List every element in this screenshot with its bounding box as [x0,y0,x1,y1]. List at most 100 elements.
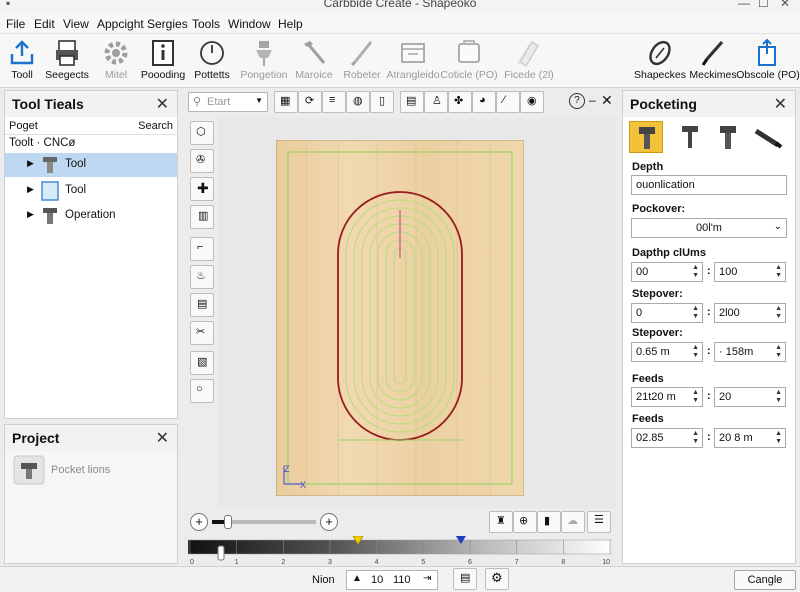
puzzle-view-button[interactable]: ✤ [448,91,472,113]
node-tool-button[interactable]: ♨ [190,265,214,289]
column-view-button[interactable]: ▯ [370,91,394,113]
help-button[interactable]: ? [569,93,585,109]
probe-icon [256,41,272,66]
toolbar-ficede-button[interactable]: Ficede (2l) [497,34,561,88]
spinner-icon[interactable]: ▲ ▼ [775,344,782,360]
spinner-icon[interactable]: ▲ ▼ [775,430,782,446]
arrow-right-icon[interactable]: ⇥ [423,573,431,584]
file-button[interactable]: ▤ [453,568,477,590]
toolpath-timeline[interactable]: 0 1 2 3 4 5 6 7 8 10 [188,536,612,566]
pocketing-panel-header: Pocketing ✕ [623,91,795,117]
expand-arrow-icon[interactable]: ▶ [27,158,34,169]
menu-appcight[interactable]: Appcight [97,17,144,31]
eye-view-button[interactable]: ◉ [520,91,544,113]
depth-start-input[interactable]: 00 ▲ ▼ [631,262,703,282]
grid-view-button[interactable]: ▦ [274,91,298,113]
menu-sergies[interactable]: Sergies [147,17,188,31]
menu-window[interactable]: Window [228,17,271,31]
note-tool-button[interactable]: ▧ [190,351,214,375]
disc-view-button[interactable]: ◕ [472,91,496,113]
menu-view[interactable]: View [63,17,89,31]
tree-root[interactable]: Toolt · CNCø [5,135,177,153]
menu-tools[interactable]: Tools [192,17,220,31]
zoom-tool-button[interactable]: ○ [190,379,214,403]
menu-button[interactable]: ☰ [587,511,611,533]
probe-button[interactable]: ♜ [489,511,513,533]
vbit-icon[interactable] [711,121,745,153]
stepover-a-input[interactable]: 0 ▲ ▼ [631,303,703,323]
range-from[interactable]: 10 [371,574,383,586]
spinner-icon[interactable]: ▲ ▼ [692,430,699,446]
project-panel-close-button[interactable]: ✕ [156,428,169,448]
menu-edit[interactable]: Edit [34,17,55,31]
fan-tool-button[interactable]: ✇ [190,149,214,173]
spinner-icon[interactable]: ▲ ▼ [692,264,699,280]
zoom-fit-button[interactable]: ⊕ [513,511,537,533]
engraver-icon[interactable] [751,121,785,153]
zoom-in-button[interactable]: + [320,513,338,531]
rotate-view-button[interactable]: ⟳ [298,91,322,113]
print-view-button[interactable]: ▤ [400,91,424,113]
settings-button[interactable]: ⚙ [485,568,509,590]
search-box[interactable]: ⚲ Etart ▼ [188,92,268,112]
expand-arrow-icon[interactable]: ▶ [27,209,34,220]
feeds2-a-input[interactable]: 02.85 ▲ ▼ [631,428,703,448]
tool-option-flat-selected[interactable] [629,121,663,153]
toolbar-coticle-button[interactable]: Coticle (PO) [437,34,501,88]
canvas-minimize-button[interactable]: – [589,93,596,107]
depth-input[interactable]: ouonlication [631,175,787,195]
feeds2-b-input[interactable]: 20 8 m ▲ ▼ [714,428,786,448]
columns-button[interactable]: ▮ [537,511,561,533]
ball-endmill-icon[interactable] [673,121,707,153]
stepover2-a-input[interactable]: 0.65 m ▲ ▼ [631,342,703,362]
probe-view-button[interactable]: ♙ [424,91,448,113]
arrow-up-icon[interactable]: ▲ [352,573,362,584]
toolbar-atrangleido-button[interactable]: Atrangleido [381,34,445,88]
hide-button[interactable]: ☁ [561,511,585,533]
spinner-icon[interactable]: ▲ ▼ [692,344,699,360]
stack-view-button[interactable]: ≡ [322,91,346,113]
cylinder-view-button[interactable]: ◍ [346,91,370,113]
tool-panel-close-button[interactable]: ✕ [156,94,169,114]
path-tool-button[interactable]: ⌐ [190,237,214,261]
pocketing-close-button[interactable]: ✕ [774,94,787,114]
menu-help[interactable]: Help [278,17,303,31]
toolbar-obscole-button[interactable]: Obscole (PO) [733,34,800,88]
search-link[interactable]: Search [138,120,173,132]
expand-arrow-icon[interactable]: ▶ [27,184,34,195]
spinner-icon[interactable]: ▲ ▼ [775,264,782,280]
close-window-button[interactable]: ✕ [780,0,790,10]
zoom-out-button[interactable]: + [190,513,208,531]
cancel-button[interactable]: Cangle [734,570,796,590]
print-tool-button[interactable]: ▤ [190,293,214,317]
spinner-icon[interactable]: ▲ ▼ [775,305,782,321]
zoom-slider-handle[interactable] [223,515,232,529]
trim-tool-button[interactable]: ✂ [190,321,214,345]
select-tool-button[interactable]: ⬡ [190,121,214,145]
chevron-down-icon[interactable]: ▼ [255,96,263,105]
spinner-icon[interactable]: ▲ ▼ [692,305,699,321]
feeds-a-input[interactable]: 21t20 m ▲ ▼ [631,387,703,407]
pen-view-button[interactable]: ⁄ [496,91,520,113]
project-item-label[interactable]: Pocket lions [51,464,110,476]
menu-file[interactable]: File [6,17,25,31]
spinner-icon[interactable]: ▲ ▼ [692,389,699,405]
feeds-b-input[interactable]: 20 ▲ ▼ [714,387,786,407]
layout-tool-button[interactable]: ▥ [190,205,214,229]
grid-icon: ▦ [280,95,291,107]
canvas-close-button[interactable]: ✕ [601,92,613,109]
range-to[interactable]: 110 [393,574,411,586]
depth-end-input[interactable]: 100 ▲ ▼ [714,262,786,282]
tree-item-tool-selected[interactable]: ▶ Tool [5,153,177,177]
tree-item-operation[interactable]: ▶ Operation [5,204,177,228]
move-tool-button[interactable]: ✚ [190,177,214,201]
stepover2-b-input[interactable]: · 158m ▲ ▼ [714,342,786,362]
maximize-window-button[interactable]: ☐ [758,0,769,10]
workpiece[interactable] [276,140,524,496]
pockover-select[interactable]: 00l'm ⌄ [631,218,787,238]
minimize-window-button[interactable]: — [738,0,750,10]
spinner-icon[interactable]: ▲ ▼ [775,389,782,405]
chevron-down-icon[interactable]: ⌄ [774,221,782,232]
stepover-b-input[interactable]: 2l00 ▲ ▼ [714,303,786,323]
tree-item-tool[interactable]: ▶ Tool [5,179,177,203]
